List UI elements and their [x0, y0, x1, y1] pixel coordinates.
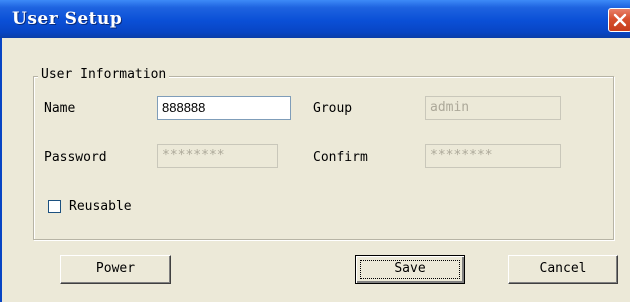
name-field[interactable]: 888888 [157, 96, 291, 120]
window-title: User Setup [12, 9, 123, 29]
power-button[interactable]: Power [60, 255, 171, 284]
group-field: admin [425, 96, 561, 120]
password-field: ******** [157, 144, 278, 168]
title-bar[interactable]: User Setup [0, 0, 630, 38]
close-button[interactable] [608, 8, 630, 32]
confirm-label: Confirm [313, 150, 368, 165]
save-button[interactable]: Save [355, 255, 465, 284]
confirm-field: ******** [425, 144, 561, 168]
user-setup-dialog: User Setup User Information Name 888888 … [0, 0, 630, 302]
group-legend: User Information [38, 67, 170, 82]
save-button-label: Save [394, 261, 426, 276]
cancel-button-label: Cancel [539, 261, 587, 276]
name-label: Name [44, 101, 76, 116]
reusable-checkbox[interactable] [48, 200, 61, 213]
power-button-label: Power [95, 261, 136, 276]
cancel-button[interactable]: Cancel [508, 255, 618, 284]
reusable-label[interactable]: Reusable [69, 199, 132, 214]
group-label: Group [313, 101, 353, 116]
close-icon [613, 13, 627, 27]
password-label: Password [44, 150, 107, 165]
